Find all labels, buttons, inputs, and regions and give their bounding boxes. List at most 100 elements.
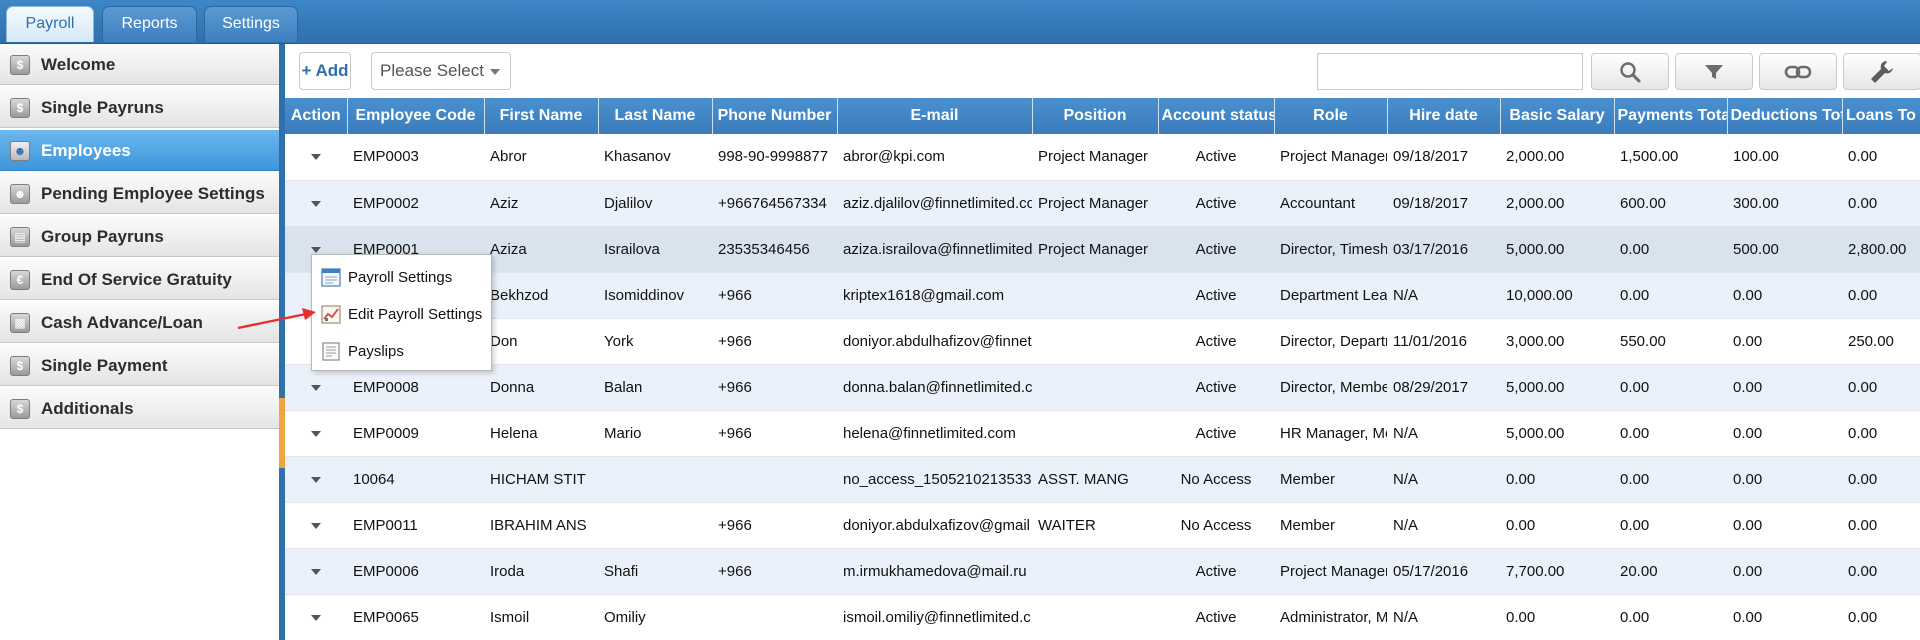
table-cell: 600.00 bbox=[1614, 180, 1727, 227]
table-cell: 23535346456 bbox=[712, 226, 837, 273]
menu-item-payroll-settings[interactable]: Payroll Settings bbox=[312, 259, 491, 296]
sidebar-item-group-payruns[interactable]: ▤ Group Payruns bbox=[0, 216, 279, 257]
tab-payroll[interactable]: Payroll bbox=[6, 6, 94, 42]
chevron-down-icon[interactable] bbox=[311, 476, 321, 483]
search-button[interactable] bbox=[1591, 53, 1669, 90]
table-row[interactable]: EMP0011 IBRAHIM ANS +966 doniyor.abdulxafiz… bbox=[285, 502, 1920, 549]
chevron-down-icon[interactable] bbox=[311, 522, 321, 529]
table-cell: Ismoil bbox=[484, 594, 598, 640]
table-cell: 0.00 bbox=[1614, 502, 1727, 549]
chevron-down-icon[interactable] bbox=[311, 614, 321, 621]
column-header[interactable]: First Name bbox=[484, 98, 599, 134]
row-action-cell[interactable] bbox=[285, 180, 347, 227]
table-cell: +966 bbox=[712, 410, 837, 457]
chevron-down-icon[interactable] bbox=[311, 384, 321, 391]
table-row[interactable]: Bekhzod Isomiddinov +966 kriptex1618@gmail.… bbox=[285, 272, 1920, 319]
table-cell: Omiliy bbox=[598, 594, 712, 640]
filter-button[interactable] bbox=[1675, 53, 1753, 90]
table-cell bbox=[1032, 594, 1158, 640]
table-row[interactable]: 10064 HICHAM STIT no_access_1505210213533 A… bbox=[285, 456, 1920, 503]
settings-button[interactable] bbox=[1843, 53, 1920, 90]
tab-settings[interactable]: Settings bbox=[204, 6, 298, 42]
table-row[interactable]: EMP0003 Abror Khasanov 998-90-9998877 abror@… bbox=[285, 134, 1920, 181]
table-cell: HICHAM STIT bbox=[484, 456, 598, 503]
tab-reports[interactable]: Reports bbox=[102, 6, 197, 42]
column-header[interactable]: Loans To bbox=[1842, 98, 1920, 134]
row-action-cell[interactable] bbox=[285, 134, 347, 181]
table-cell: Project Manager bbox=[1032, 226, 1158, 273]
table-cell: 0.00 bbox=[1727, 318, 1842, 365]
column-header[interactable]: Payments Tota bbox=[1614, 98, 1728, 134]
chevron-down-icon[interactable] bbox=[311, 200, 321, 207]
column-header[interactable]: Employee Code bbox=[347, 98, 485, 134]
link-button[interactable] bbox=[1759, 53, 1837, 90]
menu-item-payslips[interactable]: Payslips bbox=[312, 333, 491, 370]
edit-settings-icon bbox=[321, 305, 341, 324]
sidebar-item-single-payruns[interactable]: $ Single Payruns bbox=[0, 87, 279, 128]
row-action-cell[interactable] bbox=[285, 410, 347, 457]
table-cell: Mario bbox=[598, 410, 712, 457]
menu-item-edit-payroll-settings[interactable]: Edit Payroll Settings bbox=[312, 296, 491, 333]
filter-select-value: Please Select bbox=[380, 61, 484, 80]
table-cell: Donna bbox=[484, 364, 598, 411]
table-row[interactable]: EMP0065 Ismoil Omiliy ismoil.omiliy@finnetl… bbox=[285, 594, 1920, 640]
table-row[interactable]: Don York +966 doniyor.abdulhafizov@finnet Ac… bbox=[285, 318, 1920, 365]
sidebar-item-single-payment[interactable]: $ Single Payment bbox=[0, 345, 279, 386]
row-action-cell[interactable] bbox=[285, 456, 347, 503]
table-cell: +966 bbox=[712, 272, 837, 319]
sidebar-item-pending-employee-settings[interactable]: ☻ Pending Employee Settings bbox=[0, 173, 279, 214]
column-header[interactable]: Action bbox=[285, 98, 348, 134]
table-row[interactable]: EMP0009 Helena Mario +966 helena@finnetlimit… bbox=[285, 410, 1920, 457]
add-button[interactable]: + Add bbox=[299, 52, 351, 90]
row-action-cell[interactable] bbox=[285, 594, 347, 640]
sidebar-item-additionals[interactable]: $ Additionals bbox=[0, 388, 279, 429]
table-row[interactable]: EMP0006 Iroda Shafi +966 m.irmukhamedova@mai… bbox=[285, 548, 1920, 595]
sidebar-item-employees[interactable]: ☻ Employees bbox=[0, 130, 279, 171]
column-header[interactable]: Basic Salary bbox=[1500, 98, 1615, 134]
table-cell: doniyor.abdulhafizov@finnet bbox=[837, 318, 1032, 365]
column-header[interactable]: Phone Number bbox=[712, 98, 838, 134]
dollar-icon: $ bbox=[10, 55, 30, 75]
sidebar-item-end-of-service-gratuity[interactable]: € End Of Service Gratuity bbox=[0, 259, 279, 300]
column-header[interactable]: Position bbox=[1032, 98, 1159, 134]
table-row[interactable]: EMP0002 Aziz Djalilov +966764567334 aziz.dja… bbox=[285, 180, 1920, 227]
column-header[interactable]: Account status bbox=[1158, 98, 1275, 134]
table-cell: 0.00 bbox=[1614, 272, 1727, 319]
table-cell: No Access bbox=[1158, 456, 1274, 503]
search-input[interactable] bbox=[1317, 53, 1583, 90]
chevron-down-icon[interactable] bbox=[311, 246, 321, 253]
table-cell: kriptex1618@gmail.com bbox=[837, 272, 1032, 319]
table-cell: 2,800.00 bbox=[1842, 226, 1920, 273]
table-cell: Accountant bbox=[1274, 180, 1387, 227]
table-cell: 0.00 bbox=[1727, 364, 1842, 411]
chevron-down-icon[interactable] bbox=[311, 568, 321, 575]
sidebar-item-welcome[interactable]: $ Welcome bbox=[0, 44, 279, 85]
chevron-down-icon[interactable] bbox=[311, 430, 321, 437]
table-cell: Member bbox=[1274, 456, 1387, 503]
column-header[interactable]: E-mail bbox=[837, 98, 1033, 134]
table-row[interactable]: EMP0001 Aziza Israilova 23535346456 aziza.is… bbox=[285, 226, 1920, 273]
table-cell: 0.00 bbox=[1842, 364, 1920, 411]
table-cell: Bekhzod bbox=[484, 272, 598, 319]
table-cell: N/A bbox=[1387, 594, 1500, 640]
column-header[interactable]: Hire date bbox=[1387, 98, 1501, 134]
table-cell: ASST. MANG bbox=[1032, 456, 1158, 503]
table-cell: N/A bbox=[1387, 456, 1500, 503]
table-cell: doniyor.abdulxafizov@gmail bbox=[837, 502, 1032, 549]
filter-select[interactable]: Please Select bbox=[371, 52, 511, 90]
chevron-down-icon[interactable] bbox=[311, 154, 321, 161]
table-cell: no_access_1505210213533 bbox=[837, 456, 1032, 503]
column-header[interactable]: Role bbox=[1274, 98, 1388, 134]
table-cell: Active bbox=[1158, 180, 1274, 227]
column-header[interactable]: Last Name bbox=[598, 98, 713, 134]
column-header[interactable]: Deductions Tot bbox=[1727, 98, 1843, 134]
row-action-cell[interactable] bbox=[285, 502, 347, 549]
annotation-arrow-icon bbox=[237, 308, 316, 330]
table-row[interactable]: EMP0008 Donna Balan +966 donna.balan@finnetl… bbox=[285, 364, 1920, 411]
table-cell: 2,000.00 bbox=[1500, 180, 1614, 227]
table-cell: Active bbox=[1158, 594, 1274, 640]
table-cell: aziza.israilova@finnetlimited bbox=[837, 226, 1032, 273]
table-cell: 3,000.00 bbox=[1500, 318, 1614, 365]
row-action-cell[interactable] bbox=[285, 548, 347, 595]
table-cell: 0.00 bbox=[1727, 502, 1842, 549]
